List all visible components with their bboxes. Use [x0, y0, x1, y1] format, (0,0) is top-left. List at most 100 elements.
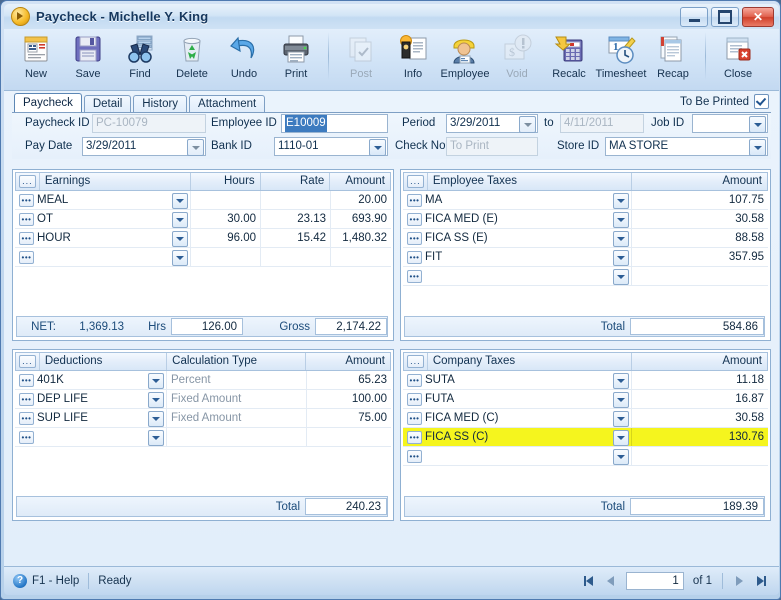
earnings-cell-code[interactable]: ••• MEAL: [15, 191, 191, 209]
tab-detail[interactable]: Detail: [83, 95, 132, 113]
table-row[interactable]: ••• FICA MED (E) 30.58: [403, 210, 768, 229]
row-selector-icon[interactable]: •••: [407, 231, 422, 245]
earnings-code-dropdown[interactable]: [172, 250, 188, 266]
earnings-header-selector[interactable]: ...: [16, 173, 40, 190]
store-id-dropdown-button[interactable]: [749, 139, 766, 156]
row-selector-icon[interactable]: •••: [407, 193, 422, 207]
row-selector-icon[interactable]: •••: [19, 250, 34, 264]
table-row[interactable]: ••• SUP LIFE Fixed Amount 75.00: [15, 409, 391, 428]
earnings-cell-hours[interactable]: 96.00: [191, 229, 261, 247]
deductions-cell-amount[interactable]: [307, 428, 391, 446]
deductions-code-dropdown[interactable]: [148, 411, 164, 427]
table-row[interactable]: ••• FUTA 16.87: [403, 390, 768, 409]
earnings-cell-code[interactable]: ••• HOUR: [15, 229, 191, 247]
table-row[interactable]: •••: [403, 447, 768, 466]
toolbar-button-info[interactable]: Info: [387, 29, 439, 87]
employee-taxes-cell-amount[interactable]: 107.75: [632, 191, 768, 209]
earnings-cell-amount[interactable]: 20.00: [331, 191, 391, 209]
earnings-cell-code[interactable]: ••• OT: [15, 210, 191, 228]
company-taxes-header-code[interactable]: Company Taxes: [428, 353, 632, 370]
company-taxes-code-dropdown[interactable]: [613, 392, 629, 408]
toolbar-button-post[interactable]: Post: [335, 29, 387, 87]
earnings-cell-hours[interactable]: [191, 248, 261, 266]
earnings-cell-amount[interactable]: 1,480.32: [331, 229, 391, 247]
company-taxes-code-dropdown[interactable]: [613, 411, 629, 427]
employee-id-input[interactable]: E10009: [281, 114, 388, 133]
earnings-cell-code[interactable]: •••: [15, 248, 191, 266]
row-selector-icon[interactable]: •••: [407, 449, 422, 463]
deductions-code-dropdown[interactable]: [148, 373, 164, 389]
tab-history[interactable]: History: [133, 95, 188, 113]
deductions-code-dropdown[interactable]: [148, 430, 164, 446]
row-selector-icon[interactable]: •••: [19, 411, 34, 425]
company-taxes-cell-amount[interactable]: [632, 447, 768, 465]
employee-taxes-code-dropdown[interactable]: [613, 193, 629, 209]
table-row[interactable]: ••• MEAL 20.00: [15, 191, 391, 210]
employee-taxes-cell-amount[interactable]: 357.95: [632, 248, 768, 266]
deductions-cell-calc[interactable]: Fixed Amount: [167, 390, 307, 408]
employee-taxes-cell-code[interactable]: ••• MA: [403, 191, 632, 209]
table-row[interactable]: •••: [15, 428, 391, 447]
company-taxes-cell-code[interactable]: ••• FUTA: [403, 390, 632, 408]
table-row[interactable]: ••• FIT 357.95: [403, 248, 768, 267]
bank-id-dropdown-button[interactable]: [369, 139, 386, 156]
minimize-button[interactable]: [680, 7, 708, 27]
employee-taxes-code-dropdown[interactable]: [613, 212, 629, 228]
earnings-header-amount[interactable]: Amount: [330, 173, 390, 190]
row-selector-icon[interactable]: •••: [407, 269, 422, 283]
table-row[interactable]: •••: [403, 267, 768, 286]
table-row[interactable]: ••• FICA MED (C) 30.58: [403, 409, 768, 428]
bank-id-input[interactable]: 1110-01: [274, 137, 388, 156]
job-id-dropdown-button[interactable]: [749, 116, 766, 133]
toolbar-button-close[interactable]: Close: [712, 29, 764, 87]
employee-taxes-code-dropdown[interactable]: [613, 231, 629, 247]
next-record-button[interactable]: [729, 571, 749, 591]
last-record-button[interactable]: [751, 571, 771, 591]
table-row[interactable]: ••• OT 30.00 23.13 693.90: [15, 210, 391, 229]
period-to-input[interactable]: 4/11/2011: [560, 114, 644, 133]
row-selector-icon[interactable]: •••: [19, 193, 34, 207]
toolbar-button-recalc[interactable]: Recalc: [543, 29, 595, 87]
company-taxes-header-selector[interactable]: ...: [404, 353, 428, 370]
table-row-selected[interactable]: ••• FICA SS (C) 130.76: [403, 428, 768, 447]
help-label[interactable]: F1 - Help: [32, 575, 79, 587]
earnings-code-dropdown[interactable]: [172, 193, 188, 209]
toolbar-button-recap[interactable]: Recap: [647, 29, 699, 87]
employee-taxes-cell-amount[interactable]: 88.58: [632, 229, 768, 247]
company-taxes-code-dropdown[interactable]: [613, 449, 629, 465]
deductions-cell-calc[interactable]: [167, 428, 307, 446]
table-row[interactable]: ••• FICA SS (E) 88.58: [403, 229, 768, 248]
earnings-header-hours[interactable]: Hours: [191, 173, 261, 190]
toolbar-button-new[interactable]: New: [10, 29, 62, 87]
earnings-cell-hours[interactable]: [191, 191, 261, 209]
earnings-cell-rate[interactable]: 15.42: [261, 229, 331, 247]
deductions-cell-amount[interactable]: 75.00: [307, 409, 391, 427]
toolbar-button-print[interactable]: Print: [270, 29, 322, 87]
employee-taxes-code-dropdown[interactable]: [613, 250, 629, 266]
toolbar-button-undo[interactable]: Undo: [218, 29, 270, 87]
toolbar-button-timesheet[interactable]: 1 Timesheet: [595, 29, 647, 87]
deductions-cell-code[interactable]: ••• SUP LIFE: [15, 409, 167, 427]
toolbar-button-save[interactable]: Save: [62, 29, 114, 87]
deductions-cell-amount[interactable]: 65.23: [307, 371, 391, 389]
table-row[interactable]: ••• 401K Percent 65.23: [15, 371, 391, 390]
employee-taxes-cell-code[interactable]: ••• FICA MED (E): [403, 210, 632, 228]
toolbar-button-void[interactable]: $ Void: [491, 29, 543, 87]
table-row[interactable]: ••• SUTA 11.18: [403, 371, 768, 390]
earnings-code-dropdown[interactable]: [172, 231, 188, 247]
period-dropdown-button[interactable]: [519, 116, 536, 133]
company-taxes-cell-code[interactable]: ••• FICA SS (C): [403, 428, 632, 446]
pay-date-dropdown-button[interactable]: [187, 139, 204, 156]
deductions-cell-calc[interactable]: Percent: [167, 371, 307, 389]
previous-record-button[interactable]: [601, 571, 621, 591]
earnings-cell-amount[interactable]: [331, 248, 391, 266]
row-selector-icon[interactable]: •••: [407, 430, 422, 444]
maximize-button[interactable]: [711, 7, 739, 27]
deductions-header-amount[interactable]: Amount: [306, 353, 390, 370]
row-selector-icon[interactable]: •••: [407, 392, 422, 406]
company-taxes-cell-code[interactable]: ••• FICA MED (C): [403, 409, 632, 427]
pay-date-input[interactable]: 3/29/2011: [82, 137, 206, 156]
deductions-header-selector[interactable]: ...: [16, 353, 40, 370]
deductions-cell-code[interactable]: •••: [15, 428, 167, 446]
current-record-input[interactable]: 1: [625, 572, 684, 590]
